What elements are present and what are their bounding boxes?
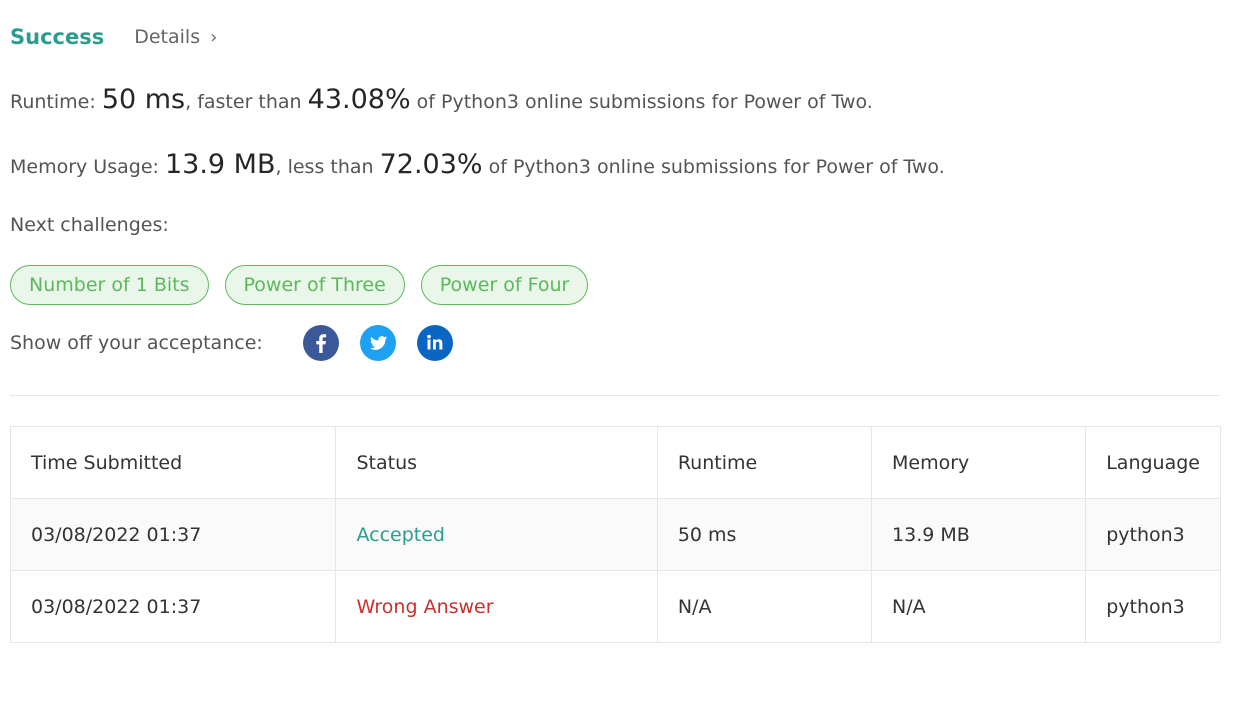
cell-memory: N/A xyxy=(871,570,1087,643)
cell-language: python3 xyxy=(1085,570,1221,643)
cell-language: python3 xyxy=(1085,498,1221,571)
section-divider xyxy=(10,395,1220,396)
memory-summary: Memory Usage: 13.9 MB, less than 72.03% … xyxy=(10,149,945,180)
status-link-wrong-answer[interactable]: Wrong Answer xyxy=(356,596,493,618)
runtime-mid-text: , faster than xyxy=(185,91,302,113)
challenge-chip-power-of-three[interactable]: Power of Three xyxy=(224,265,405,305)
share-row: Show off your acceptance: xyxy=(10,325,453,361)
status-link-accepted[interactable]: Accepted xyxy=(356,524,445,546)
share-label: Show off your acceptance: xyxy=(10,332,263,354)
column-header-status[interactable]: Status xyxy=(335,426,658,499)
submission-status-title: Success xyxy=(10,25,105,49)
memory-mid-text: , less than xyxy=(275,156,374,178)
runtime-summary: Runtime: 50 ms, faster than 43.08% of Py… xyxy=(10,84,873,115)
table-row: 03/08/2022 01:37 Wrong Answer N/A N/A py… xyxy=(9,570,1221,643)
column-header-memory[interactable]: Memory xyxy=(871,426,1087,499)
column-header-language[interactable]: Language xyxy=(1085,426,1221,499)
runtime-label: Runtime: xyxy=(10,91,96,113)
table-header-row: Time Submitted Status Runtime Memory Lan… xyxy=(9,426,1221,499)
runtime-suffix: of Python3 online submissions for Power … xyxy=(416,91,873,113)
memory-value: 13.9 MB xyxy=(164,149,276,180)
linkedin-icon[interactable] xyxy=(416,325,453,361)
cell-runtime: N/A xyxy=(656,570,873,643)
details-label: Details xyxy=(134,26,201,48)
cell-status: Accepted xyxy=(335,498,658,571)
runtime-percent: 43.08% xyxy=(307,84,411,115)
table-row: 03/08/2022 01:37 Accepted 50 ms 13.9 MB … xyxy=(9,498,1221,571)
cell-runtime: 50 ms xyxy=(656,498,873,571)
twitter-icon[interactable] xyxy=(359,325,396,361)
challenge-chip-number-of-1-bits[interactable]: Number of 1 Bits xyxy=(10,265,209,305)
details-link[interactable]: Details › xyxy=(134,26,217,48)
column-header-runtime[interactable]: Runtime xyxy=(656,426,873,499)
cell-time-submitted: 03/08/2022 01:37 xyxy=(9,498,337,571)
memory-suffix: of Python3 online submissions for Power … xyxy=(488,156,945,178)
cell-time-submitted: 03/08/2022 01:37 xyxy=(9,570,337,643)
challenge-chip-power-of-four[interactable]: Power of Four xyxy=(420,265,589,305)
next-challenges-list: Number of 1 Bits Power of Three Power of… xyxy=(10,265,589,305)
memory-label: Memory Usage: xyxy=(10,156,159,178)
runtime-value: 50 ms xyxy=(101,84,186,115)
cell-status: Wrong Answer xyxy=(335,570,658,643)
cell-memory: 13.9 MB xyxy=(871,498,1087,571)
memory-percent: 72.03% xyxy=(379,149,483,180)
next-challenges-label: Next challenges: xyxy=(10,214,169,236)
column-header-time-submitted[interactable]: Time Submitted xyxy=(9,426,337,499)
result-header: Success Details › xyxy=(10,22,217,52)
facebook-icon[interactable] xyxy=(302,325,339,361)
submissions-table: Time Submitted Status Runtime Memory Lan… xyxy=(9,426,1221,643)
chevron-right-icon: › xyxy=(210,26,218,48)
